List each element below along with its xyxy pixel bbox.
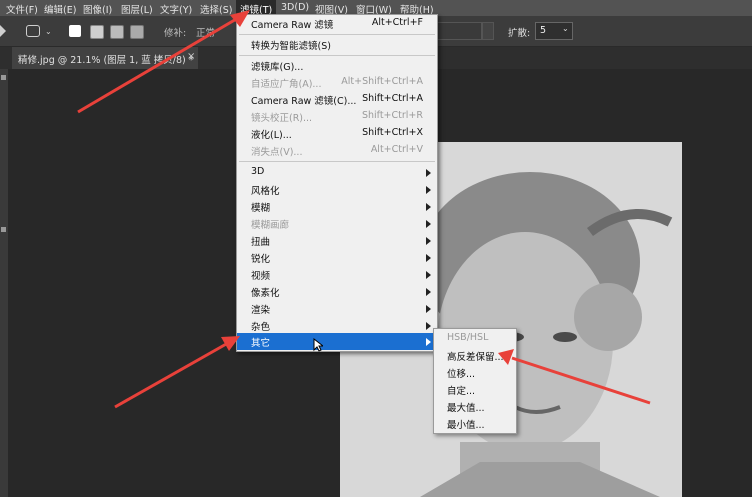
- annotation-arrows: [77, 10, 651, 409]
- red-arrow-icon: [114, 336, 240, 409]
- red-arrow-icon: [498, 349, 651, 405]
- red-arrow-icon: [77, 10, 250, 114]
